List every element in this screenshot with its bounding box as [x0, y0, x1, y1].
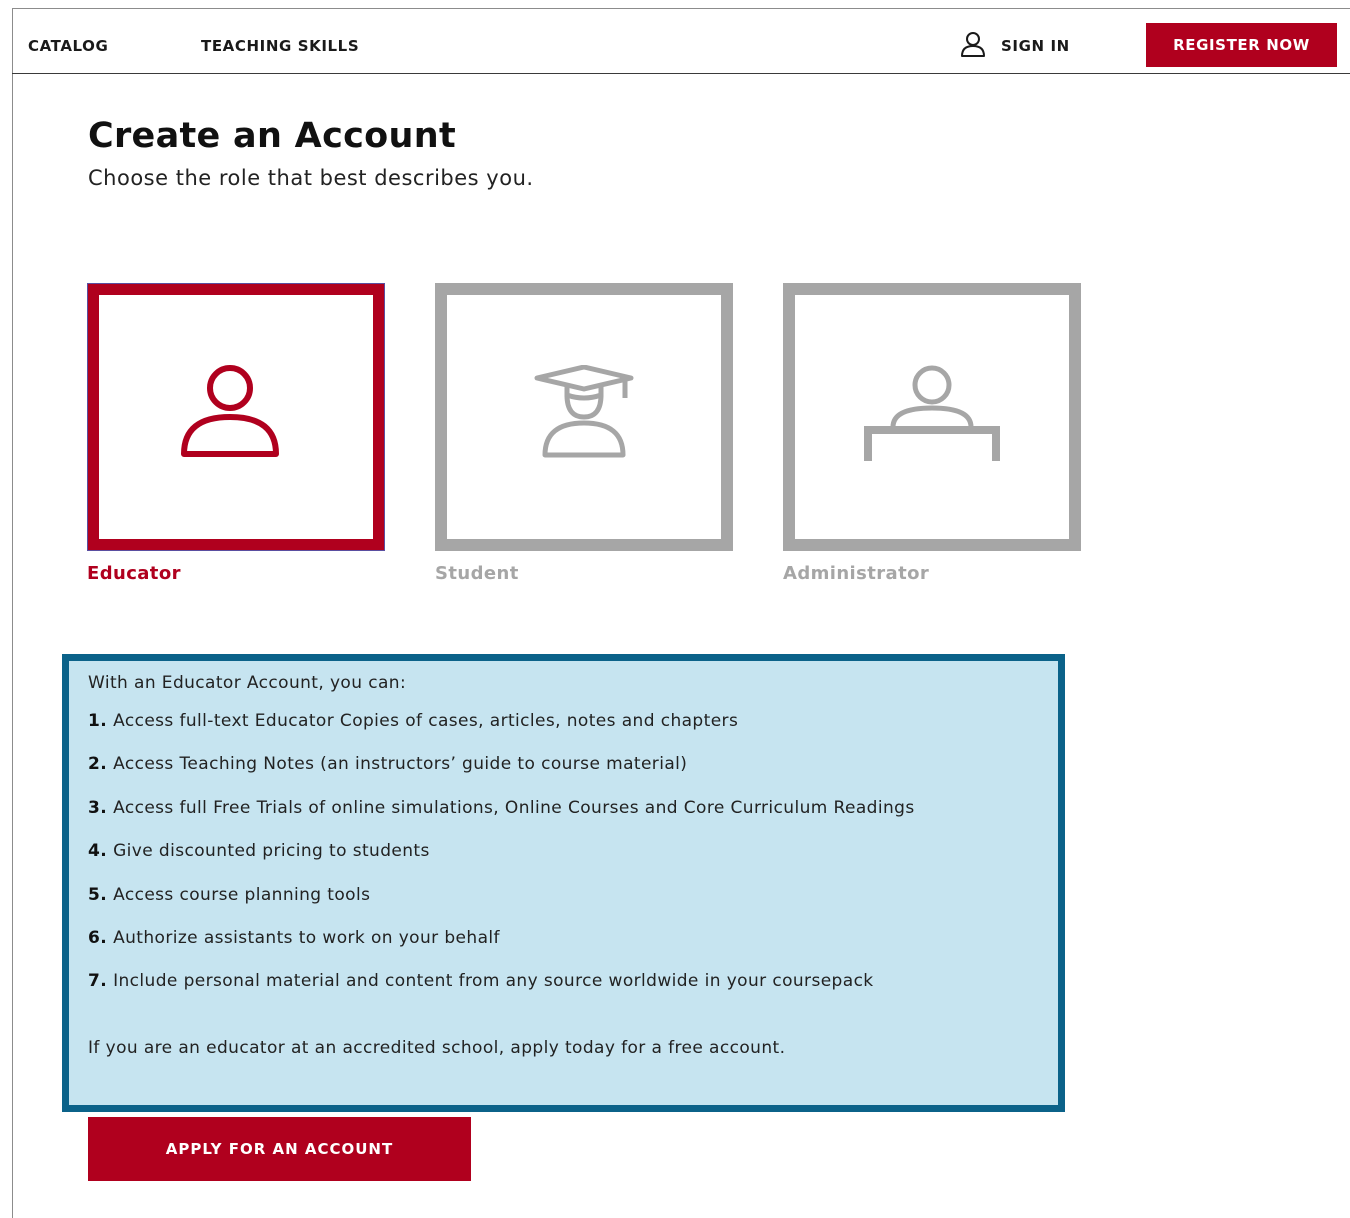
graduate-cap-icon: [529, 364, 639, 469]
list-item: 4. Give discounted pricing to students: [88, 840, 1058, 883]
role-tile-student[interactable]: [435, 283, 733, 551]
list-item: 2. Access Teaching Notes (an instructors’…: [88, 753, 1058, 796]
list-item: 5. Access course planning tools: [88, 884, 1058, 927]
list-item-number: 6.: [88, 927, 108, 948]
register-now-button[interactable]: REGISTER NOW: [1146, 23, 1337, 67]
role-card-administrator[interactable]: Administrator: [783, 283, 1081, 584]
role-card-educator[interactable]: Educator: [87, 283, 385, 584]
person-at-desk-icon: [862, 365, 1002, 469]
list-item-text: Access full Free Trials of online simula…: [113, 797, 915, 818]
role-label-administrator: Administrator: [783, 563, 930, 584]
benefits-closing-text: If you are an educator at an accredited …: [88, 1037, 786, 1058]
list-item-text: Include personal material and content fr…: [113, 971, 874, 992]
list-item-number: 3.: [88, 797, 108, 818]
benefits-intro: With an Educator Account, you can:: [88, 673, 407, 693]
list-item-number: 4.: [88, 841, 108, 862]
list-item-number: 1.: [88, 711, 108, 731]
page-subtitle: Choose the role that best describes you.: [88, 166, 534, 190]
list-item: 1. Access full-text Educator Copies of ca…: [88, 710, 1058, 753]
educator-benefits-panel: With an Educator Account, you can: 1. Acc…: [62, 654, 1065, 1112]
list-item: 7. Include personal material and content …: [88, 970, 1058, 1013]
list-item: 3. Access full Free Trials of online simu…: [88, 797, 1058, 840]
sign-in-link[interactable]: SIGN IN: [959, 31, 1070, 61]
list-item-number: 5.: [88, 884, 108, 905]
role-tile-administrator[interactable]: [783, 283, 1081, 551]
list-item: 6. Authorize assistants to work on your b…: [88, 927, 1058, 970]
nav-teaching-skills-link[interactable]: TEACHING SKILLS: [201, 37, 359, 55]
list-item-number: 2.: [88, 754, 108, 775]
person-icon: [181, 365, 291, 469]
sign-in-label: SIGN IN: [1001, 37, 1070, 55]
benefits-list: 1. Access full-text Educator Copies of ca…: [88, 710, 1058, 1014]
apply-for-account-button[interactable]: APPLY FOR AN ACCOUNT: [88, 1117, 471, 1181]
page-title: Create an Account: [88, 116, 456, 156]
role-label-educator: Educator: [87, 563, 181, 584]
role-card-student[interactable]: Student: [435, 283, 733, 584]
user-icon: [959, 30, 987, 62]
nav-catalog-link[interactable]: CATALOG: [28, 37, 108, 55]
list-item-text: Access full-text Educator Copies of case…: [113, 711, 739, 731]
list-item-number: 7.: [88, 971, 108, 992]
list-item-text: Authorize assistants to work on your beh…: [113, 927, 500, 948]
list-item-text: Access Teaching Notes (an instructors’ g…: [113, 754, 688, 775]
top-navigation: CATALOG TEACHING SKILLS SIGN IN REGISTER…: [12, 9, 1350, 74]
list-item-text: Give discounted pricing to students: [113, 841, 430, 862]
list-item-text: Access course planning tools: [113, 884, 371, 905]
role-label-student: Student: [435, 563, 519, 584]
role-tile-educator[interactable]: [87, 283, 385, 551]
